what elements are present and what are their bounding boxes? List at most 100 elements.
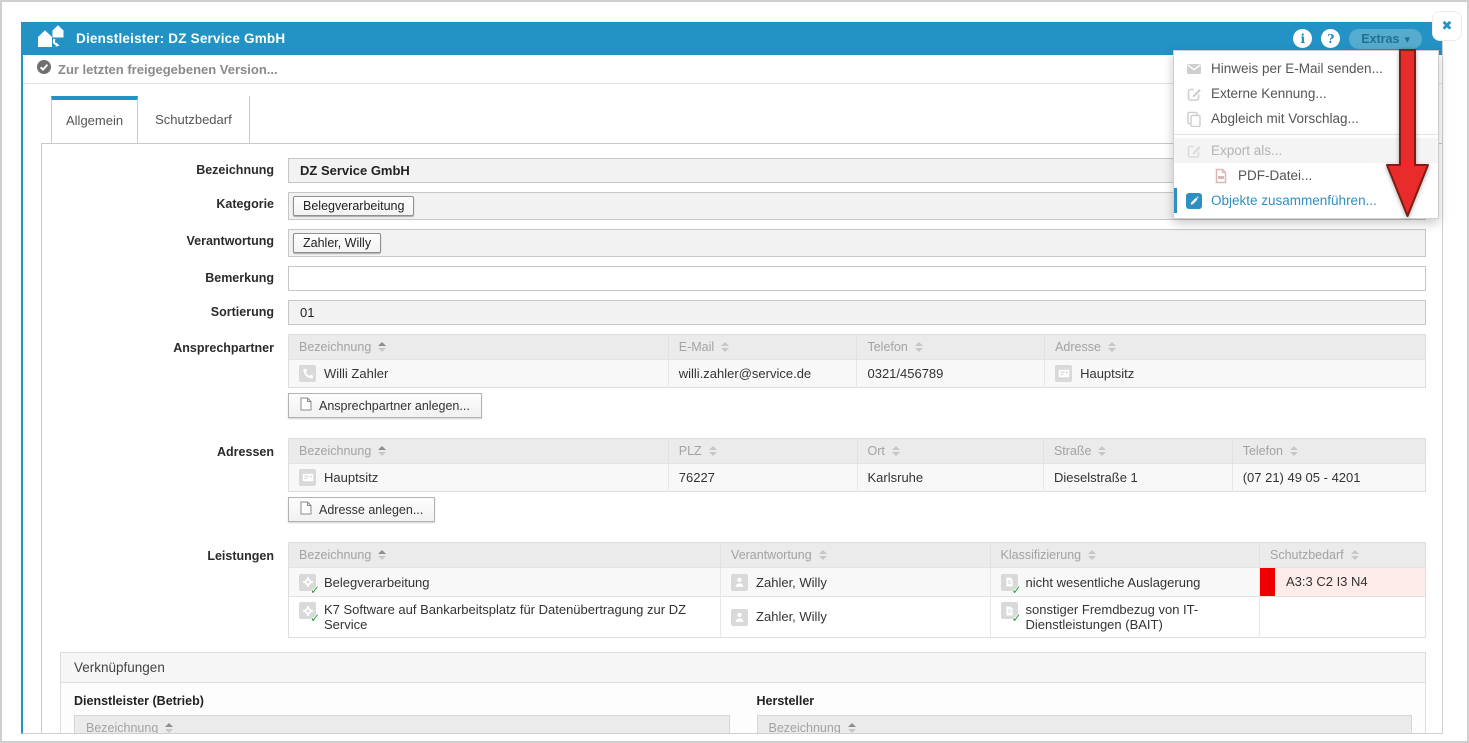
col-header-telefon[interactable]: Telefon xyxy=(1232,439,1425,464)
dienstleister-houses-icon xyxy=(36,24,66,54)
col-header-schutzbedarf[interactable]: Schutzbedarf xyxy=(1259,543,1425,568)
ansprechpartner-anlegen-button[interactable]: Ansprechpartner anlegen... xyxy=(288,393,482,418)
document-checked-icon xyxy=(1001,574,1018,591)
menu-item-hinweis-email[interactable]: Hinweis per E-Mail senden... xyxy=(1174,56,1438,81)
col-header-telefon[interactable]: Telefon xyxy=(857,335,1045,360)
new-page-icon xyxy=(300,397,312,414)
adresse-telefon: (07 21) 49 05 - 4201 xyxy=(1232,464,1425,492)
col-header-ort[interactable]: Ort xyxy=(857,439,1043,464)
menu-item-abgleich-vorschlag[interactable]: Abgleich mit Vorschlag... xyxy=(1174,106,1438,131)
page-title: Dienstleister: DZ Service GmbH xyxy=(76,31,285,46)
schutzbedarf-red-block xyxy=(1260,568,1275,596)
verantwortung-chip[interactable]: Zahler, Willy xyxy=(293,233,381,253)
caret-down-icon xyxy=(1404,32,1410,46)
tab-schutzbedarf[interactable]: Schutzbedarf xyxy=(138,96,250,143)
hersteller-label: Hersteller xyxy=(757,694,1413,708)
sort-icon xyxy=(892,446,900,456)
adresse-bezeichnung: Hauptsitz xyxy=(324,470,378,485)
address-icon xyxy=(1055,365,1072,382)
col-header-bezeichnung[interactable]: Bezeichnung xyxy=(289,335,669,360)
leistung-bezeichnung: Belegverarbeitung xyxy=(324,575,430,590)
sort-icon xyxy=(915,342,923,352)
ansprechpartner-table: Bezeichnung E-Mail Telefon Adresse xyxy=(288,334,1426,388)
person-icon xyxy=(731,609,748,626)
contact-name: Willi Zahler xyxy=(324,366,388,381)
sortierung-field[interactable]: 01 xyxy=(288,300,1426,325)
col-header-klassifizierung[interactable]: Klassifizierung xyxy=(990,543,1259,568)
bemerkung-input[interactable] xyxy=(288,266,1426,291)
sort-icon xyxy=(1351,550,1359,560)
address-icon xyxy=(299,469,316,486)
menu-item-pdf-datei[interactable]: PDF-Datei... xyxy=(1174,163,1438,188)
col-header-adresse[interactable]: Adresse xyxy=(1045,335,1426,360)
sort-icon xyxy=(378,446,386,456)
service-gear-checked-icon xyxy=(299,574,316,591)
info-button[interactable]: i xyxy=(1293,29,1312,48)
copy-icon xyxy=(1186,111,1202,127)
dienstleister-betrieb-column: Dienstleister (Betrieb) Bezeichnung xyxy=(74,694,730,733)
sort-icon xyxy=(709,446,717,456)
last-released-version-link[interactable]: Zur letzten freigegebenen Version... xyxy=(58,62,278,77)
col-header-bezeichnung[interactable]: Bezeichnung xyxy=(289,439,669,464)
close-button[interactable]: ✖ xyxy=(1433,12,1461,40)
export-icon xyxy=(1186,143,1202,159)
sort-icon xyxy=(819,550,827,560)
schutzbedarf-indicator: A3:3 C2 I3 N4 xyxy=(1260,568,1425,596)
leistungen-label: Leistungen xyxy=(42,542,288,638)
table-row[interactable]: Willi Zahler willi.zahler@service.de 032… xyxy=(289,360,1426,388)
ansprechpartner-label: Ansprechpartner xyxy=(42,334,288,429)
sort-icon xyxy=(378,550,386,560)
table-row[interactable]: Hauptsitz 76227 Karlsruhe Dieselstraße 1… xyxy=(289,464,1426,492)
adresse-anlegen-button[interactable]: Adresse anlegen... xyxy=(288,497,435,522)
verantwortung-field[interactable]: Zahler, Willy xyxy=(288,229,1426,257)
schutzbedarf-value xyxy=(1259,597,1425,638)
col-header-bezeichnung[interactable]: Bezeichnung xyxy=(289,543,721,568)
menu-item-externe-kennung[interactable]: Externe Kennung... xyxy=(1174,81,1438,106)
verknuepfungen-section: Verknüpfungen Dienstleister (Betrieb) Be… xyxy=(60,652,1426,733)
pdf-file-icon xyxy=(1213,168,1229,184)
adresse-plz: 76227 xyxy=(668,464,857,492)
menu-separator xyxy=(1174,134,1438,135)
phone-contact-icon xyxy=(299,365,316,382)
leistung-verantwortung: Zahler, Willy xyxy=(756,609,827,624)
envelope-icon xyxy=(1186,61,1202,77)
sort-icon xyxy=(378,342,386,352)
leistung-verantwortung: Zahler, Willy xyxy=(756,575,827,590)
contact-email: willi.zahler@service.de xyxy=(668,360,857,388)
merge-edit-icon xyxy=(1186,193,1202,209)
edit-icon xyxy=(1186,86,1202,102)
sortierung-label: Sortierung xyxy=(42,300,288,325)
document-checked-icon xyxy=(1001,602,1018,619)
adressen-table: Bezeichnung PLZ Ort Straße Telefon xyxy=(288,438,1426,492)
leistung-bezeichnung: K7 Software auf Bankarbeitsplatz für Dat… xyxy=(324,602,710,632)
hersteller-table-header[interactable]: Bezeichnung xyxy=(757,715,1413,733)
kategorie-label: Kategorie xyxy=(42,192,288,220)
verknuepfungen-title: Verknüpfungen xyxy=(61,653,1425,683)
new-page-icon xyxy=(300,501,312,518)
table-row[interactable]: K7 Software auf Bankarbeitsplatz für Dat… xyxy=(289,597,1426,638)
bezeichnung-label: Bezeichnung xyxy=(42,158,288,183)
adresse-ort: Karlsruhe xyxy=(857,464,1043,492)
contact-telefon: 0321/456789 xyxy=(857,360,1045,388)
kategorie-chip[interactable]: Belegverarbeitung xyxy=(293,196,414,216)
col-header-plz[interactable]: PLZ xyxy=(668,439,857,464)
sort-icon xyxy=(1098,446,1106,456)
check-circle-icon xyxy=(36,59,52,80)
adresse-strasse: Dieselstraße 1 xyxy=(1043,464,1232,492)
menu-item-export-als[interactable]: Export als... xyxy=(1174,138,1438,163)
leistung-klassifizierung: sonstiger Fremdbezug von IT-Dienstleistu… xyxy=(1026,602,1249,632)
col-header-strasse[interactable]: Straße xyxy=(1043,439,1232,464)
sort-icon xyxy=(165,723,173,733)
dienstleister-betrieb-table-header[interactable]: Bezeichnung xyxy=(74,715,730,733)
table-row[interactable]: Belegverarbeitung Zahler, Willy xyxy=(289,568,1426,597)
close-icon: ✖ xyxy=(1442,18,1453,34)
tab-allgemein[interactable]: Allgemein xyxy=(51,96,138,143)
help-button[interactable]: ? xyxy=(1321,29,1340,48)
menu-item-objekte-zusammenfuehren[interactable]: Objekte zusammenführen... xyxy=(1174,188,1438,213)
screenshot-frame: Dienstleister: DZ Service GmbH i ? Extra… xyxy=(0,0,1469,743)
extras-button[interactable]: Extras xyxy=(1349,29,1422,49)
contact-adresse: Hauptsitz xyxy=(1080,366,1134,381)
col-header-verantwortung[interactable]: Verantwortung xyxy=(721,543,990,568)
col-header-email[interactable]: E-Mail xyxy=(668,335,857,360)
sort-icon xyxy=(1108,342,1116,352)
